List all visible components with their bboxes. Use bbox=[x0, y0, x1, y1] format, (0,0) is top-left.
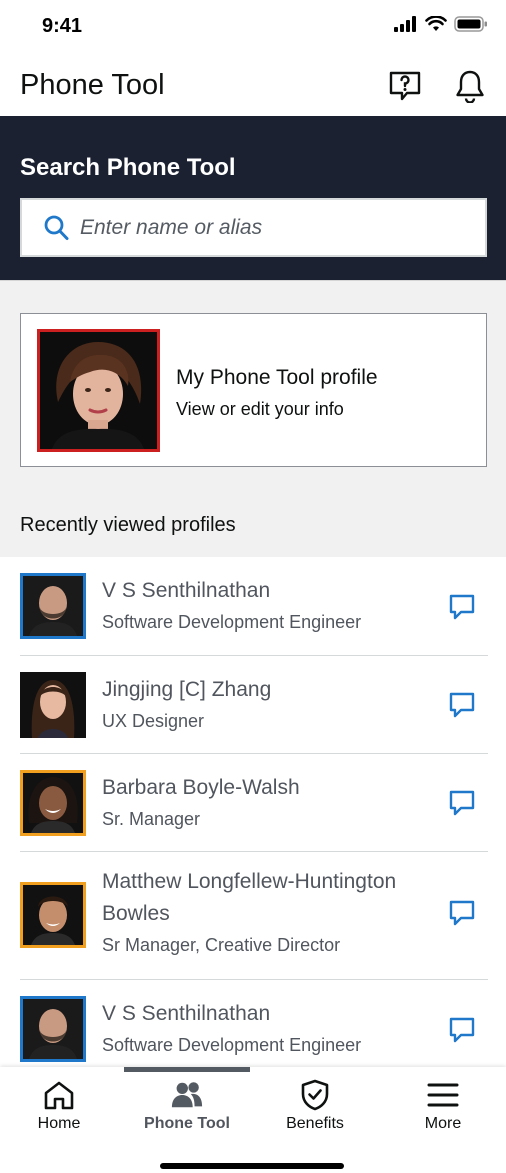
search-icon bbox=[44, 215, 69, 240]
home-icon bbox=[42, 1079, 76, 1111]
tab-label: Phone Tool bbox=[144, 1115, 230, 1132]
tab-label: More bbox=[424, 1115, 462, 1132]
shield-check-icon bbox=[298, 1079, 332, 1111]
profile-text: Barbara Boyle-Walsh Sr. Manager bbox=[102, 772, 300, 832]
profile-role: UX Designer bbox=[102, 711, 205, 731]
avatar-photo bbox=[40, 332, 157, 449]
status-time: 9:41 bbox=[42, 15, 83, 37]
app-header: Phone Tool bbox=[0, 52, 506, 116]
avatar bbox=[20, 573, 86, 639]
tab-label: Home bbox=[37, 1115, 81, 1132]
chat-icon[interactable] bbox=[448, 1016, 476, 1044]
profile-name: V S Senthilnathan bbox=[102, 1002, 271, 1025]
profile-text: V S Senthilnathan Software Development E… bbox=[102, 998, 361, 1058]
my-profile-subtitle: View or edit your info bbox=[176, 399, 344, 419]
avatar-photo bbox=[23, 576, 83, 636]
profile-text: V S Senthilnathan Software Development E… bbox=[102, 575, 361, 635]
people-icon bbox=[170, 1079, 204, 1111]
tab-more[interactable]: More bbox=[380, 1067, 506, 1147]
chat-icon[interactable] bbox=[448, 593, 476, 621]
status-bar: 9:41 bbox=[0, 0, 506, 52]
profile-name: Barbara Boyle-Walsh bbox=[102, 776, 300, 799]
list-item[interactable]: Jingjing [C] Zhang UX Designer bbox=[0, 656, 506, 754]
list-item[interactable]: V S Senthilnathan Software Development E… bbox=[0, 980, 506, 1067]
list-item[interactable]: Barbara Boyle-Walsh Sr. Manager bbox=[0, 754, 506, 852]
profile-text: Matthew Longfellew-Huntington Bowles Sr … bbox=[102, 866, 442, 958]
avatar-photo bbox=[23, 885, 83, 945]
tab-home[interactable]: Home bbox=[0, 1067, 122, 1147]
page-title: Phone Tool bbox=[20, 69, 165, 101]
my-profile-title: My Phone Tool profile bbox=[176, 366, 378, 389]
profile-name: Matthew Longfellew-Huntington Bowles bbox=[102, 870, 397, 925]
my-profile-section: My Phone Tool profile View or edit your … bbox=[0, 280, 506, 557]
home-indicator bbox=[160, 1163, 344, 1169]
my-profile-card[interactable]: My Phone Tool profile View or edit your … bbox=[20, 313, 487, 467]
avatar-photo bbox=[23, 999, 83, 1059]
bottom-tab-bar: Home Phone Tool Benefits More bbox=[0, 1067, 506, 1173]
profile-name: V S Senthilnathan bbox=[102, 579, 271, 602]
avatar-photo bbox=[20, 672, 86, 738]
profile-role: Sr. Manager bbox=[102, 809, 201, 829]
help-chat-icon bbox=[389, 71, 421, 101]
profile-role: Software Development Engineer bbox=[102, 1035, 362, 1055]
chat-icon[interactable] bbox=[448, 691, 476, 719]
list-item[interactable]: V S Senthilnathan Software Development E… bbox=[0, 557, 506, 656]
search-input[interactable] bbox=[80, 215, 460, 240]
search-title: Search Phone Tool bbox=[20, 154, 236, 181]
search-box[interactable] bbox=[20, 198, 487, 257]
menu-icon bbox=[426, 1079, 460, 1111]
wifi-icon bbox=[425, 16, 447, 31]
recent-profiles-list: V S Senthilnathan Software Development E… bbox=[0, 557, 506, 1067]
avatar bbox=[20, 770, 86, 836]
profile-role: Software Development Engineer bbox=[102, 612, 362, 632]
avatar bbox=[20, 882, 86, 948]
battery-icon bbox=[454, 16, 487, 32]
notifications-button[interactable] bbox=[453, 69, 487, 103]
cellular-signal-icon bbox=[394, 16, 416, 32]
status-icons bbox=[394, 16, 488, 32]
chat-icon[interactable] bbox=[448, 899, 476, 927]
help-chat-button[interactable] bbox=[388, 69, 422, 103]
avatar bbox=[20, 672, 86, 738]
profile-text: Jingjing [C] Zhang UX Designer bbox=[102, 674, 271, 734]
tab-phone-tool[interactable]: Phone Tool bbox=[124, 1067, 250, 1147]
avatar-photo bbox=[23, 773, 83, 833]
tab-label: Benefits bbox=[286, 1115, 344, 1132]
recent-heading: Recently viewed profiles bbox=[20, 514, 236, 536]
tab-benefits[interactable]: Benefits bbox=[252, 1067, 378, 1147]
list-item[interactable]: Matthew Longfellew-Huntington Bowles Sr … bbox=[0, 852, 506, 980]
avatar bbox=[20, 996, 86, 1062]
profile-name: Jingjing [C] Zhang bbox=[102, 678, 272, 701]
active-tab-indicator bbox=[124, 1067, 250, 1072]
chat-icon[interactable] bbox=[448, 789, 476, 817]
search-panel: Search Phone Tool bbox=[0, 116, 506, 280]
bell-icon bbox=[456, 70, 484, 103]
my-profile-avatar bbox=[37, 329, 160, 452]
profile-role: Sr Manager, Creative Director bbox=[102, 935, 341, 955]
